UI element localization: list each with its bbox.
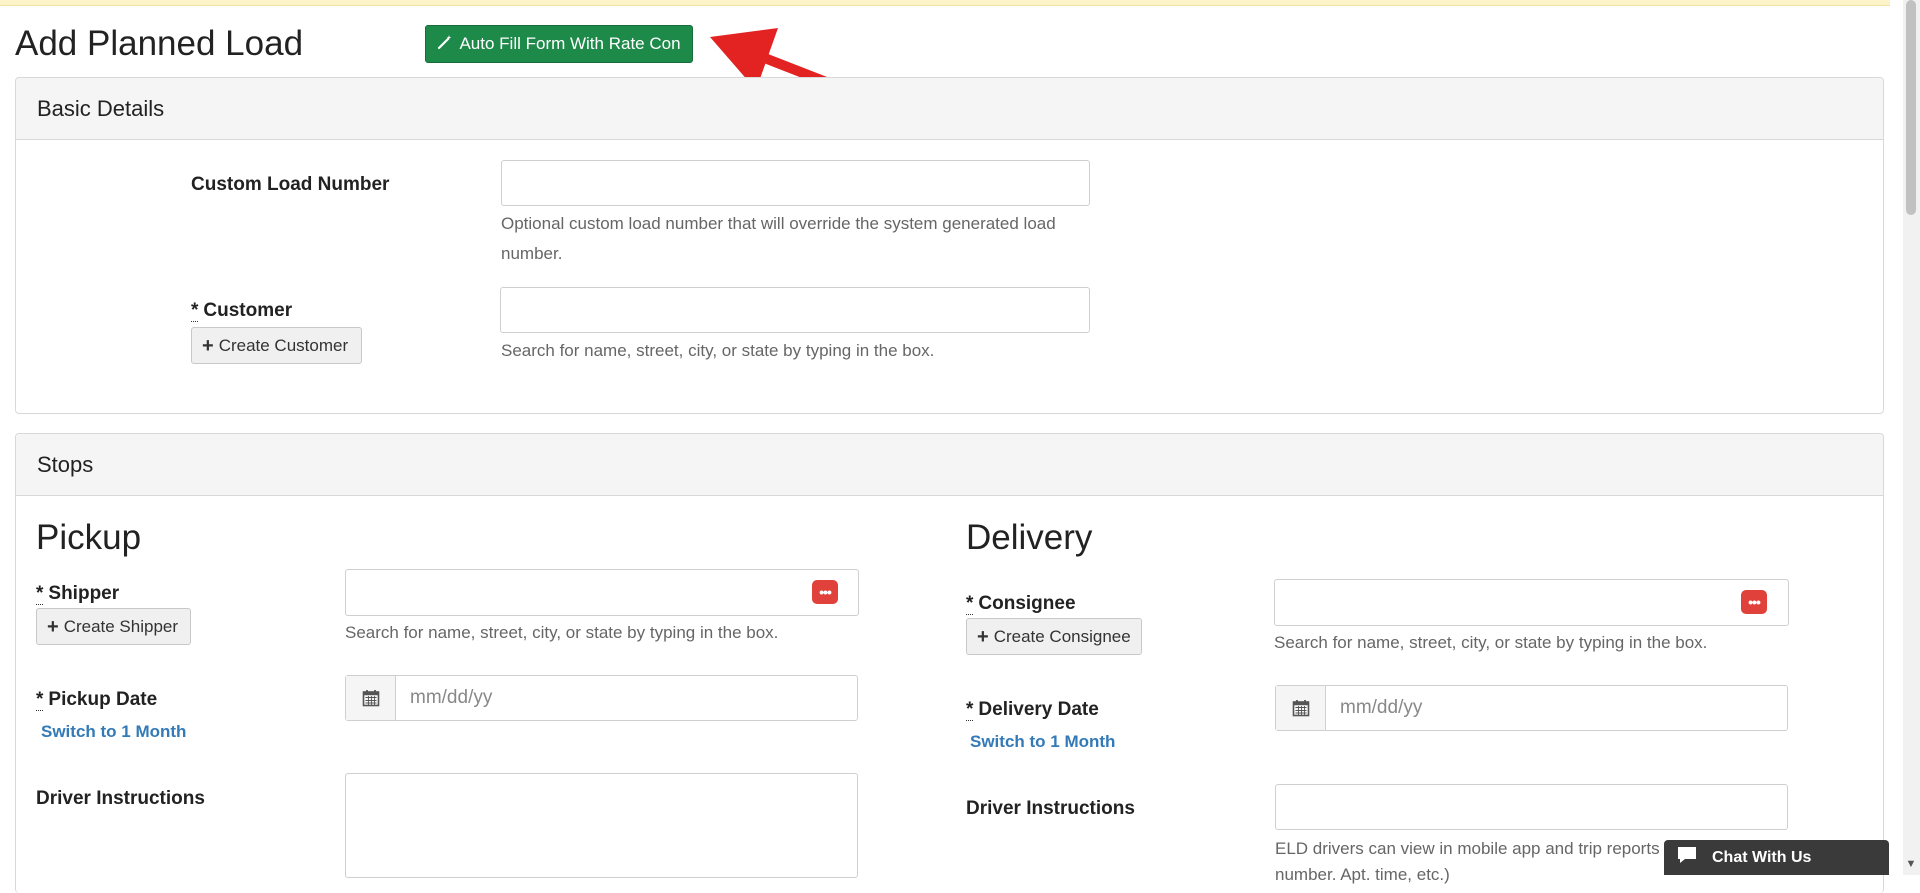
required-marker: *	[966, 699, 974, 721]
create-consignee-button[interactable]: + Create Consignee	[966, 618, 1142, 655]
scrollbar-thumb[interactable]	[1906, 0, 1916, 215]
consignee-search-input[interactable]	[1274, 579, 1789, 626]
consignee-label: * Consignee	[966, 593, 1076, 615]
pickup-switch-month-link[interactable]: Switch to 1 Month	[41, 722, 186, 742]
delivery-date-input[interactable]: mm/dd/yy	[1326, 686, 1787, 730]
more-dots-icon[interactable]: •••	[812, 580, 838, 604]
delivery-driver-instructions-input[interactable]	[1275, 784, 1788, 830]
create-shipper-button[interactable]: + Create Shipper	[36, 608, 191, 645]
delivery-switch-month-link[interactable]: Switch to 1 Month	[970, 732, 1115, 752]
create-customer-button[interactable]: + Create Customer	[191, 327, 362, 364]
delivery-driver-instructions-help-2: number. Apt. time, etc.)	[1275, 865, 1450, 884]
chat-label: Chat With Us	[1712, 848, 1812, 866]
plus-icon: +	[977, 625, 989, 648]
more-dots-icon[interactable]: •••	[1741, 590, 1767, 614]
calendar-icon[interactable]	[346, 676, 396, 720]
custom-load-number-input[interactable]	[501, 160, 1090, 206]
pickup-date-label: * Pickup Date	[36, 689, 157, 711]
delivery-driver-instructions-label: Driver Instructions	[966, 798, 1135, 819]
custom-load-number-help-2: number.	[501, 244, 563, 263]
shipper-search-input[interactable]	[345, 569, 859, 616]
consignee-label-text: Consignee	[978, 593, 1076, 614]
pickup-title: Pickup	[36, 518, 142, 557]
customer-search-input[interactable]	[500, 287, 1090, 333]
customer-label-text: Customer	[203, 300, 293, 321]
create-consignee-label: Create Consignee	[993, 626, 1131, 646]
stops-heading: Stops	[16, 434, 1883, 496]
custom-load-number-help-1: Optional custom load number that will ov…	[501, 214, 1056, 233]
notice-band	[0, 0, 1890, 6]
calendar-icon[interactable]	[1276, 686, 1326, 730]
create-shipper-label: Create Shipper	[63, 616, 179, 636]
chat-with-us-button[interactable]: Chat With Us	[1664, 840, 1889, 875]
required-marker: *	[191, 300, 199, 322]
shipper-help: Search for name, street, city, or state …	[345, 623, 779, 642]
delivery-date-label-text: Delivery Date	[978, 699, 1099, 720]
plus-icon: +	[47, 615, 59, 638]
required-marker: *	[36, 689, 44, 711]
shipper-label-text: Shipper	[48, 583, 120, 604]
consignee-help: Search for name, street, city, or state …	[1274, 633, 1708, 652]
shipper-label: * Shipper	[36, 583, 119, 605]
customer-help: Search for name, street, city, or state …	[501, 341, 935, 360]
required-marker: *	[36, 583, 44, 605]
scroll-down-arrow-icon[interactable]: ▼	[1904, 858, 1918, 870]
custom-load-number-label: Custom Load Number	[191, 174, 390, 195]
pickup-driver-instructions-label: Driver Instructions	[36, 788, 205, 809]
magic-wand-icon	[437, 34, 453, 55]
delivery-date-field[interactable]: mm/dd/yy	[1275, 685, 1788, 731]
chat-bubble-icon	[1676, 845, 1698, 870]
customer-label: * Customer	[191, 300, 292, 322]
page-title: Add Planned Load	[15, 24, 304, 63]
required-marker: *	[966, 593, 974, 615]
delivery-date-label: * Delivery Date	[966, 699, 1099, 721]
pickup-driver-instructions-textarea[interactable]	[345, 773, 858, 878]
pickup-date-field[interactable]: mm/dd/yy	[345, 675, 858, 721]
pickup-date-label-text: Pickup Date	[48, 689, 158, 710]
autofill-rate-con-button[interactable]: Auto Fill Form With Rate Con	[425, 25, 693, 63]
autofill-button-label: Auto Fill Form With Rate Con	[459, 34, 681, 53]
basic-details-heading: Basic Details	[16, 78, 1883, 140]
plus-icon: +	[202, 334, 214, 357]
pickup-date-input[interactable]: mm/dd/yy	[396, 676, 857, 720]
create-customer-label: Create Customer	[218, 335, 349, 355]
delivery-title: Delivery	[966, 518, 1093, 557]
